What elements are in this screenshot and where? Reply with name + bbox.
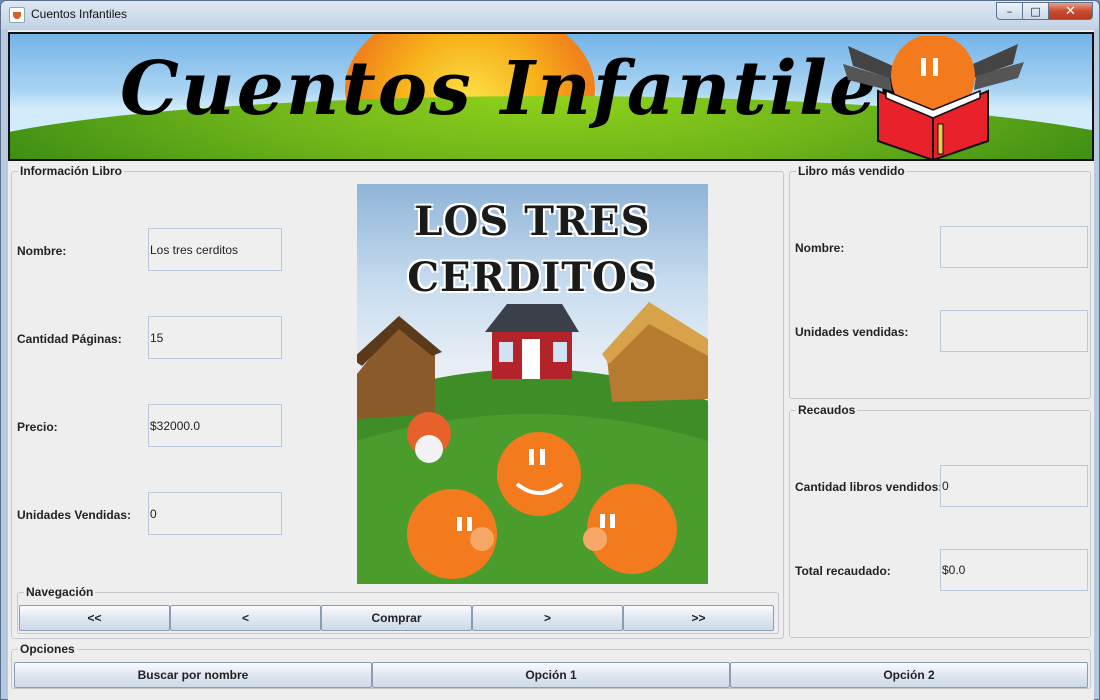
earnings-title: Recaudos (796, 403, 858, 417)
options-title: Opciones (18, 642, 77, 656)
total-earned-field[interactable]: $0.0 (940, 549, 1088, 591)
option-1-button[interactable]: Opción 1 (372, 662, 730, 688)
previous-button[interactable]: < (170, 605, 321, 631)
units-sold-field[interactable]: 0 (148, 492, 282, 535)
search-by-name-button[interactable]: Buscar por nombre (14, 662, 372, 688)
buy-button[interactable]: Comprar (321, 605, 472, 631)
next-button[interactable]: > (472, 605, 623, 631)
cover-title-line1: LOS TRES (414, 198, 651, 245)
books-sold-field[interactable]: 0 (940, 465, 1088, 507)
best-seller-panel: Libro más vendido (789, 164, 1091, 399)
maximize-button[interactable]: □ (1023, 2, 1049, 20)
book-info-title: Información Libro (18, 164, 124, 178)
book-pig-logo-icon (843, 36, 1024, 159)
total-earned-label: Total recaudado: (795, 564, 891, 578)
banner: Cuentos Infantiles (8, 32, 1094, 161)
title-bar[interactable]: Cuentos Infantiles – □ ✕ (1, 1, 1099, 29)
best-seller-name-field[interactable] (940, 226, 1088, 268)
units-sold-label: Unidades Vendidas: (17, 508, 132, 522)
price-label: Precio: (17, 420, 58, 434)
banner-title: Cuentos Infantiles (120, 46, 922, 132)
name-label: Nombre: (17, 244, 67, 258)
pages-label: Cantidad Páginas: (17, 332, 122, 346)
best-seller-name-label: Nombre: (795, 241, 845, 255)
close-button[interactable]: ✕ (1049, 2, 1093, 20)
app-window: Cuentos Infantiles – □ ✕ Cuentos Infanti… (0, 0, 1100, 700)
window-title: Cuentos Infantiles (31, 7, 128, 21)
minimize-button[interactable]: – (996, 2, 1023, 20)
navigation-title: Navegación (24, 585, 96, 599)
last-button[interactable]: >> (623, 605, 774, 631)
java-app-icon (9, 7, 25, 23)
pages-field[interactable]: 15 (148, 316, 282, 359)
option-2-button[interactable]: Opción 2 (730, 662, 1088, 688)
books-sold-label: Cantidad libros vendidos: (795, 480, 943, 494)
cover-title-line2: CERDITOS (407, 254, 658, 301)
book-cover-image: LOS TRES CERDITOS (357, 184, 708, 584)
name-field[interactable]: Los tres cerditos (148, 228, 282, 271)
first-button[interactable]: << (19, 605, 170, 631)
client-area: Cuentos Infantiles Información Libro Nom… (8, 30, 1094, 700)
best-seller-units-label: Unidades vendidas: (795, 325, 909, 339)
best-seller-units-field[interactable] (940, 310, 1088, 352)
earnings-panel: Recaudos (789, 403, 1091, 638)
best-seller-title: Libro más vendido (796, 164, 907, 178)
price-field[interactable]: $32000.0 (148, 404, 282, 447)
